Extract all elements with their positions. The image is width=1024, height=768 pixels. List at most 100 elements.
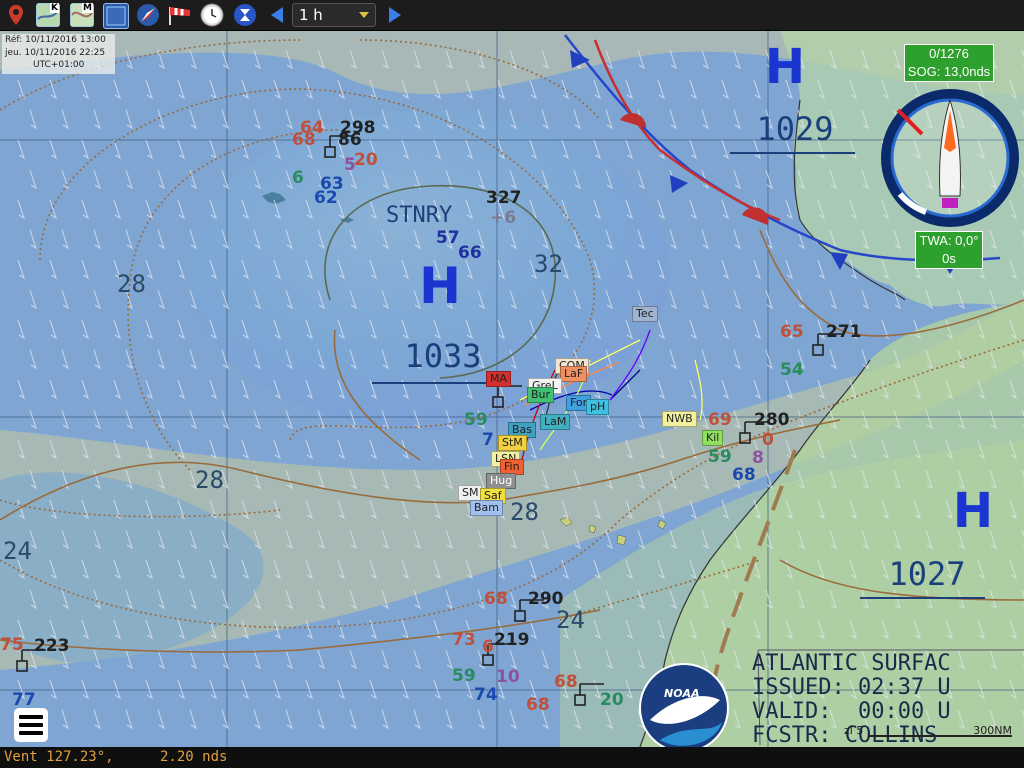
high-underline-2 — [730, 152, 855, 154]
station-number: 62 — [314, 188, 338, 208]
dropdown-arrow-icon — [359, 12, 369, 18]
windsock-icon — [169, 7, 190, 25]
mbtiles-chart-button[interactable]: M — [70, 3, 94, 27]
compass-needle-icon — [137, 4, 159, 26]
sog-readout: SOG: 13,0nds — [907, 64, 991, 79]
triangle-left-icon — [271, 7, 283, 23]
grid-overlay-icon — [106, 6, 126, 26]
wind-speed-readout: 2.20 nds — [160, 749, 228, 765]
isobar-label: 24 — [556, 606, 585, 634]
station-number: 6 — [292, 168, 304, 188]
waypoint-counter-box[interactable]: 0/1276 SOG: 13,0nds — [904, 44, 994, 82]
station-number: 223 — [34, 636, 70, 656]
station-number: 59 — [464, 410, 488, 430]
boat-tag[interactable]: Hug — [486, 473, 517, 489]
isobar-label: 28 — [195, 466, 224, 494]
map-scale: zl 5 300NM — [760, 722, 1018, 738]
mbtiles-letter: M — [82, 3, 93, 13]
high-underline-1 — [372, 382, 502, 384]
chart-title-line: VALID: 00:00 U — [752, 699, 951, 724]
boat-tag[interactable]: Kil — [702, 430, 724, 446]
hamburger-icon — [19, 731, 43, 735]
twa-box[interactable]: TWA: 0,0° 0s — [915, 231, 983, 269]
wind-sock-button[interactable] — [168, 3, 192, 27]
station-number: 10 — [496, 667, 520, 687]
high-center-2: H — [764, 39, 806, 95]
boat-compass[interactable] — [878, 86, 1022, 230]
clock-button[interactable] — [200, 3, 224, 27]
high-underline-3 — [860, 597, 985, 599]
noaa-label: NOAA — [664, 687, 700, 700]
station-number: 290 — [528, 589, 564, 609]
boat-tag[interactable]: NWB — [662, 411, 697, 427]
station-number: 7 — [482, 430, 494, 450]
isobar-label: 32 — [534, 250, 563, 278]
boat-tag[interactable]: Bam — [470, 500, 504, 516]
time-step-value: 1 h — [299, 6, 323, 24]
kap-chart-button[interactable]: K — [36, 3, 60, 27]
station-number: 59 — [452, 666, 476, 686]
clock-icon — [200, 3, 224, 27]
high-center-3: H — [952, 483, 994, 539]
waypoint-counter: 0/1276 — [929, 46, 969, 61]
forecast-date: jeu. 10/11/2016 22:25 — [5, 47, 106, 58]
boat-tag[interactable]: SM — [458, 485, 483, 501]
time-forward-button[interactable] — [383, 3, 407, 27]
boat-tag[interactable]: Tec — [632, 306, 658, 322]
hourglass-icon — [234, 4, 256, 26]
station-number: 0 — [762, 430, 774, 450]
boat-tag[interactable]: pH — [586, 399, 610, 415]
overlay-button[interactable] — [103, 3, 129, 29]
boat-tag[interactable]: MA — [486, 371, 512, 387]
chart-title-line: ATLANTIC SURFAC — [752, 652, 951, 676]
isobar-label: 24 — [3, 537, 32, 565]
reference-date: Réf: 10/11/2016 13:00 — [5, 35, 106, 45]
station-number: 66 — [458, 243, 482, 263]
scale-bar — [868, 735, 1012, 737]
station-number: +6 — [490, 208, 517, 228]
high-value-1: 1033 — [404, 337, 482, 375]
station-number: 68 — [554, 672, 578, 692]
menu-button[interactable] — [14, 708, 48, 742]
boat-tag[interactable]: LaF — [560, 366, 588, 382]
wind-direction-readout: Vent 127.23°, — [4, 749, 114, 765]
time-step-select[interactable]: 1 h — [292, 3, 376, 27]
station-number: 6 — [482, 637, 494, 657]
boat-tag[interactable]: StM — [498, 435, 527, 451]
station-number: 327 — [486, 188, 522, 208]
station-number: 68 — [526, 695, 550, 715]
station-number: 20 — [354, 150, 378, 170]
boat-stern — [942, 198, 958, 208]
station-number: 59 — [708, 447, 732, 467]
pin-button[interactable] — [4, 3, 28, 27]
station-number: 69 — [708, 410, 732, 430]
station-number: 280 — [754, 410, 790, 430]
twa-readout: TWA: 0,0° — [919, 233, 979, 248]
high-value-3: 1027 — [888, 555, 966, 593]
time-back-button[interactable] — [265, 3, 289, 27]
isobar-label: 28 — [510, 498, 539, 526]
noaa-logo — [639, 663, 729, 753]
high-center-1: H — [419, 257, 461, 315]
boat-tag[interactable]: LaM — [540, 414, 571, 430]
isobar-label: 28 — [117, 270, 146, 298]
timezone: UTC+01:00 — [33, 60, 85, 70]
station-number: 68 — [732, 465, 756, 485]
hourglass-button[interactable] — [233, 3, 257, 27]
station-number: 271 — [826, 322, 862, 342]
compass-button[interactable] — [136, 3, 160, 27]
storm-label: STNRY — [386, 203, 453, 228]
triangle-right-icon — [389, 7, 401, 23]
zoom-level: zl 5 — [844, 724, 864, 737]
high-value-2: 1029 — [756, 110, 834, 148]
hamburger-icon — [19, 715, 43, 719]
station-number: 65 — [780, 322, 804, 342]
station-number: 68 — [484, 589, 508, 609]
reference-date-box: Réf: 10/11/2016 13:00 jeu. 10/11/2016 22… — [2, 34, 115, 74]
hamburger-icon — [19, 723, 43, 727]
station-number: 77 — [12, 690, 36, 710]
station-number: 219 — [494, 630, 530, 650]
boat-tag[interactable]: Bur — [527, 387, 555, 403]
map-pin-icon — [9, 5, 23, 25]
station-number: 73 — [452, 630, 476, 650]
